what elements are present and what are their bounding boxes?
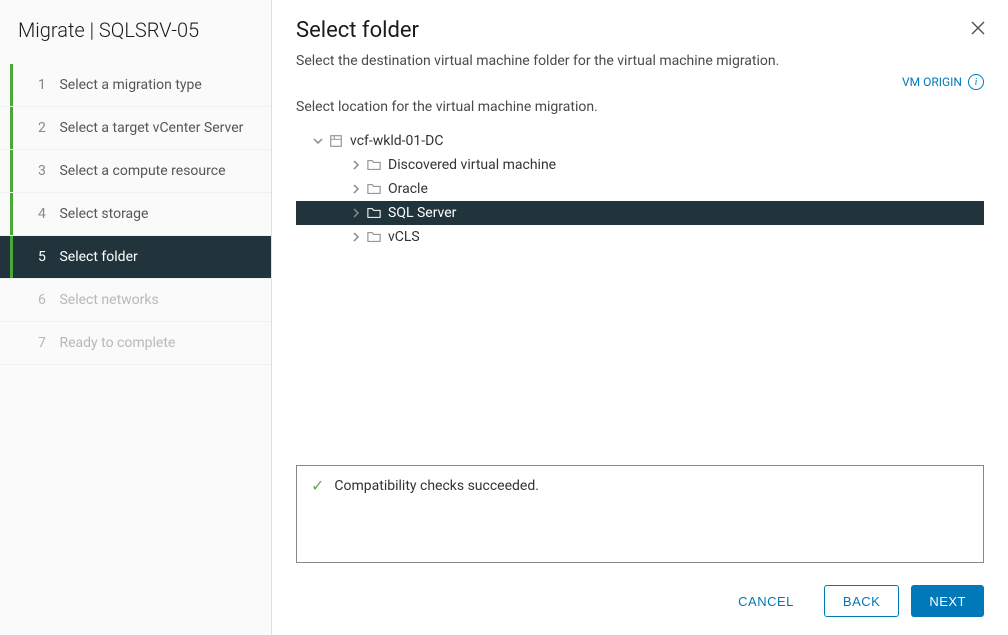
folder-icon — [364, 206, 384, 220]
step-label: Ready to complete — [59, 335, 175, 351]
step-number: 4 — [38, 206, 56, 222]
step-label: Select a compute resource — [59, 163, 225, 179]
tree-label: SQL Server — [388, 205, 456, 221]
folder-icon — [364, 230, 384, 244]
next-button[interactable]: NEXT — [911, 585, 984, 617]
dialog-title: Migrate | SQLSRV-05 — [0, 0, 271, 64]
cancel-button[interactable]: CANCEL — [720, 585, 812, 617]
datacenter-icon — [326, 134, 346, 148]
step-number: 3 — [38, 163, 56, 179]
location-instruction: Select location for the virtual machine … — [296, 99, 984, 115]
step-label: Select a migration type — [59, 77, 201, 93]
step-number: 1 — [38, 77, 56, 93]
main-panel: Select folder Select the destination vir… — [272, 0, 1008, 635]
folder-tree: vcf-wkld-01-DC Discovered virtual machin… — [296, 129, 984, 249]
step-number: 6 — [38, 292, 56, 308]
chevron-down-icon[interactable] — [310, 136, 326, 146]
vm-origin-link[interactable]: VM ORIGIN i — [902, 74, 984, 90]
step-5-folder[interactable]: 5 Select folder — [0, 236, 271, 279]
folder-icon — [364, 182, 384, 196]
chevron-right-icon[interactable] — [348, 232, 364, 242]
step-number: 2 — [38, 120, 56, 136]
info-icon: i — [968, 74, 984, 90]
tree-node-discovered-vm[interactable]: Discovered virtual machine — [296, 153, 984, 177]
tree-node-datacenter[interactable]: vcf-wkld-01-DC — [296, 129, 984, 153]
tree-node-oracle[interactable]: Oracle — [296, 177, 984, 201]
check-icon: ✓ — [311, 476, 324, 495]
chevron-right-icon[interactable] — [348, 208, 364, 218]
tree-node-sql-server[interactable]: SQL Server — [296, 201, 984, 225]
step-number: 5 — [38, 249, 56, 265]
tree-node-vcls[interactable]: vCLS — [296, 225, 984, 249]
page-subtitle: Select the destination virtual machine f… — [296, 53, 984, 69]
step-label: Select networks — [59, 292, 158, 308]
wizard-sidebar: Migrate | SQLSRV-05 1 Select a migration… — [0, 0, 272, 635]
step-2-target-vcenter[interactable]: 2 Select a target vCenter Server — [0, 107, 271, 150]
step-label: Select a target vCenter Server — [59, 120, 243, 136]
tree-label: vCLS — [388, 229, 420, 245]
step-label: Select folder — [59, 249, 137, 265]
footer-buttons: CANCEL BACK NEXT — [296, 563, 984, 617]
chevron-right-icon[interactable] — [348, 184, 364, 194]
tree-label: Oracle — [388, 181, 428, 197]
tree-label: vcf-wkld-01-DC — [350, 133, 443, 149]
close-icon[interactable] — [970, 20, 986, 41]
wizard-steps: 1 Select a migration type 2 Select a tar… — [0, 64, 271, 365]
step-number: 7 — [38, 335, 56, 351]
step-1-migration-type[interactable]: 1 Select a migration type — [0, 64, 271, 107]
step-label: Select storage — [59, 206, 148, 222]
back-button[interactable]: BACK — [824, 585, 899, 617]
tree-label: Discovered virtual machine — [388, 157, 556, 173]
step-7-ready: 7 Ready to complete — [0, 322, 271, 365]
vm-origin-label: VM ORIGIN — [902, 75, 962, 89]
compatibility-message: Compatibility checks succeeded. — [334, 478, 539, 494]
compatibility-box: ✓ Compatibility checks succeeded. — [296, 465, 984, 563]
step-3-compute-resource[interactable]: 3 Select a compute resource — [0, 150, 271, 193]
page-title: Select folder — [296, 18, 984, 43]
folder-icon — [364, 158, 384, 172]
step-4-storage[interactable]: 4 Select storage — [0, 193, 271, 236]
chevron-right-icon[interactable] — [348, 160, 364, 170]
step-6-networks: 6 Select networks — [0, 279, 271, 322]
